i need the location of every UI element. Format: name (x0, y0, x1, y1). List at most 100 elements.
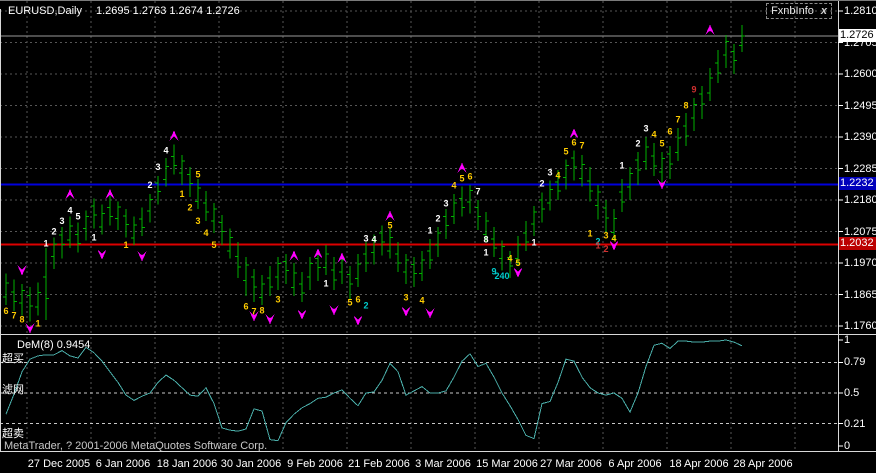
down-arrow-icon (266, 314, 275, 324)
up-arrow-icon (66, 189, 75, 199)
price-bar (379, 226, 385, 256)
price-bar (659, 152, 665, 185)
price-bar (691, 98, 697, 131)
sequence-number-marker: 1 (483, 248, 488, 258)
sequence-number-marker: 6 (355, 295, 360, 305)
sequence-number-marker: 5 (195, 170, 200, 180)
price-level-badge: 1.2232 (839, 177, 876, 190)
price-bar (275, 257, 281, 290)
price-bar (403, 254, 409, 284)
indicator-level-label: 超卖 (2, 425, 24, 441)
price-bar (11, 280, 17, 312)
price-bar (739, 25, 745, 52)
price-bar (667, 146, 673, 179)
sequence-number-marker: 3 (195, 216, 200, 226)
indicator-chart-surface[interactable] (0, 337, 838, 452)
sequence-number-marker: 3 (363, 233, 368, 243)
indicator-level-label: 滤网 (2, 381, 24, 397)
price-bar (307, 257, 313, 290)
price-axis-label: 1.1970 (844, 257, 876, 269)
price-bar (451, 194, 457, 224)
sequence-number-marker: 6 (243, 302, 248, 312)
indicator-axis-label: 0 (844, 440, 850, 452)
sequence-number-marker: 2 (147, 180, 152, 190)
overlay-object-label[interactable]: FxnbInfox (766, 3, 832, 19)
price-bar (459, 187, 465, 217)
price-bar (27, 287, 33, 322)
up-arrow-icon (706, 25, 715, 35)
sequence-number-marker: 4 (651, 130, 656, 140)
price-bar (187, 167, 193, 197)
sequence-number-marker: 1 (531, 238, 536, 248)
price-bar (147, 194, 153, 223)
price-bar (603, 200, 609, 233)
price-bar (99, 205, 105, 235)
down-arrow-icon (18, 266, 27, 276)
date-axis-label: 28 Apr 2006 (725, 458, 801, 470)
chart-title: EURUSD,Daily1.2695 1.2763 1.2674 1.2726 (8, 5, 240, 17)
main-chart-surface[interactable]: 6781123451123451234567831562345341234567… (0, 1, 838, 336)
demarker-line (6, 340, 742, 441)
sequence-number-marker: 1 (35, 319, 40, 329)
sequence-number-marker: 1 (323, 278, 328, 288)
indicator-axis-label: 1 (844, 334, 850, 346)
sequence-number-marker: 3 (643, 124, 648, 134)
sequence-number-marker: 6 (3, 306, 8, 316)
price-bar (395, 242, 401, 272)
sequence-number-marker: 1 (179, 189, 184, 199)
sequence-number-marker: 5 (515, 258, 520, 268)
price-bar (715, 50, 721, 83)
indicator-level-label: 超买 (2, 350, 24, 366)
sequence-number-marker: 7 (11, 311, 16, 321)
sequence-number-marker: 2 (363, 301, 368, 311)
price-bar (59, 227, 65, 259)
sequence-number-marker: 8 (483, 235, 488, 245)
price-bar (419, 251, 425, 281)
price-bar (75, 223, 81, 253)
sequence-number-marker: 5 (347, 298, 352, 308)
price-bar (731, 44, 737, 74)
sequence-number-marker: 5 (75, 212, 80, 222)
left-frame-border (0, 9, 1, 452)
close-icon[interactable]: x (821, 5, 827, 17)
sequence-number-marker: 3 (59, 216, 64, 226)
sequence-number-marker: 4 (611, 233, 616, 243)
time-axis[interactable]: 27 Dec 20056 Jan 200618 Jan 200630 Jan 2… (0, 452, 876, 473)
price-bar (251, 269, 257, 302)
price-bar (235, 242, 241, 278)
price-bar (123, 209, 129, 238)
sequence-number-marker: 3 (155, 162, 160, 172)
chart-window: 6781123451123451234567831562345341234567… (0, 0, 876, 473)
panel-separator[interactable] (0, 334, 876, 335)
sequence-number-marker: 1 (43, 239, 48, 249)
sequence-number-marker: 2 (435, 214, 440, 224)
price-axis-label: 1.2285 (844, 163, 876, 175)
sequence-number-marker: 3 (275, 295, 280, 305)
price-bar (347, 266, 353, 299)
price-bar (579, 155, 585, 187)
price-bar (51, 238, 57, 270)
price-bar (299, 272, 305, 302)
price-bar (291, 263, 297, 296)
price-bar (115, 202, 121, 231)
price-bar (707, 68, 713, 101)
up-arrow-icon (170, 131, 179, 141)
sequence-number-marker: 4 (451, 181, 456, 191)
down-arrow-icon (298, 310, 307, 320)
price-bar (475, 200, 481, 230)
sequence-number-marker: 4 (163, 146, 168, 156)
down-arrow-icon (402, 307, 411, 317)
price-bar (355, 254, 361, 287)
up-arrow-icon (290, 251, 299, 261)
price-bar (467, 185, 473, 214)
sequence-number-marker: 6 (667, 127, 672, 137)
sequence-number-marker: 1 (619, 161, 624, 171)
price-bar (139, 208, 145, 237)
price-bar (699, 86, 705, 119)
price-bar (323, 245, 329, 275)
sequence-number-marker: 6 (571, 137, 576, 147)
sequence-number-marker: 5 (563, 146, 568, 156)
indicator-title: DeM(8) 0.9454 (17, 339, 90, 351)
price-bar (523, 221, 529, 251)
price-bar (539, 193, 545, 223)
